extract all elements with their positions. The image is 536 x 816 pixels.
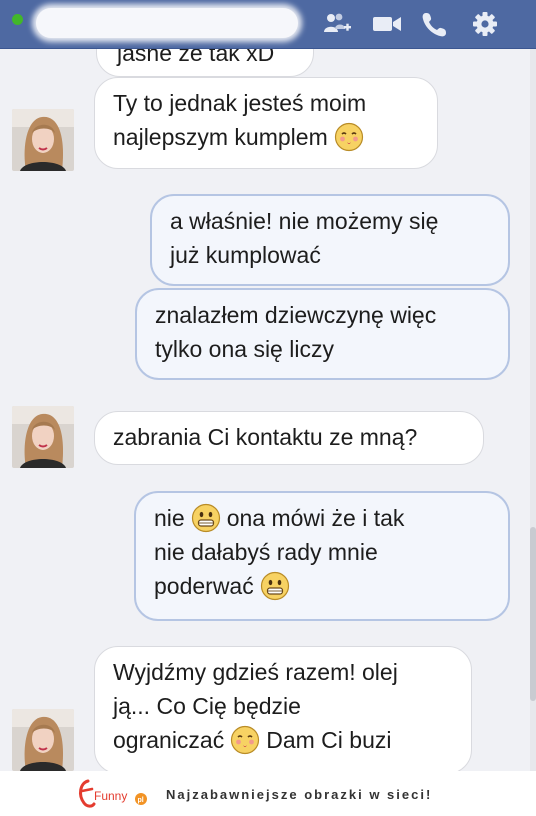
svg-text:Funny: Funny (94, 789, 127, 803)
tagline: Najzabawniejsze obrazki w sieci! (166, 787, 433, 802)
chat-header (0, 0, 536, 49)
watermark-footer: Funny pl Najzabawniejsze obrazki w sieci… (0, 771, 536, 816)
scrollbar-thumb[interactable] (530, 527, 536, 701)
add-person-icon[interactable] (322, 10, 352, 38)
message-bubble-incoming: Ty to jednak jesteś moim najlepszym kump… (94, 77, 438, 169)
message-text: a właśnie! nie możemy się (170, 208, 439, 234)
kissing-face-icon (230, 725, 260, 755)
message-text: już kumplować (170, 242, 321, 268)
message-thread[interactable]: jasne że tak xD Ty to jednak jesteś moim… (0, 49, 536, 771)
gear-icon[interactable] (470, 10, 500, 38)
grinning-face-icon (260, 571, 290, 601)
phone-call-icon[interactable] (420, 10, 450, 38)
message-text: nie dałabyś rady mnie (154, 539, 378, 565)
message-text: ona mówi że i tak (226, 505, 405, 531)
message-text: najlepszym kumplem (113, 124, 328, 150)
video-call-icon[interactable] (372, 10, 402, 38)
avatar[interactable] (12, 109, 74, 171)
message-bubble-incoming: Wyjdźmy gdzieś razem! olej ją... Co Cię … (94, 646, 472, 771)
avatar[interactable] (12, 709, 74, 771)
grinning-face-icon (191, 503, 221, 533)
message-text: ograniczać (113, 727, 225, 753)
message-text: zabrania Ci kontaktu ze mną? (113, 424, 418, 450)
message-text: nie (154, 505, 185, 531)
message-bubble-incoming: jasne że tak xD (96, 49, 314, 77)
contact-name-redacted[interactable] (36, 8, 298, 38)
funny-pl-logo[interactable]: Funny pl (74, 777, 154, 811)
avatar[interactable] (12, 406, 74, 468)
message-bubble-outgoing: znalazłem dziewczynę więc tylko ona się … (135, 288, 510, 380)
kissing-face-icon (334, 122, 364, 152)
message-text: Dam Ci buzi (266, 727, 392, 753)
svg-text:pl: pl (138, 797, 144, 804)
message-text: jasne że tak xD (117, 49, 275, 66)
message-bubble-outgoing: a właśnie! nie możemy się już kumplować (150, 194, 510, 286)
message-text: Ty to jednak jesteś moim (113, 90, 367, 116)
message-text: ją... Co Cię będzie (113, 693, 301, 719)
message-bubble-incoming: zabrania Ci kontaktu ze mną? (94, 411, 484, 465)
message-text: tylko ona się liczy (155, 336, 334, 362)
message-text: poderwać (154, 573, 254, 599)
message-text: Wyjdźmy gdzieś razem! olej (113, 659, 398, 685)
message-bubble-outgoing: nie ona mówi że i tak nie dałabyś rady m… (134, 491, 510, 621)
message-text: znalazłem dziewczynę więc (155, 302, 437, 328)
online-status-dot (12, 14, 23, 25)
